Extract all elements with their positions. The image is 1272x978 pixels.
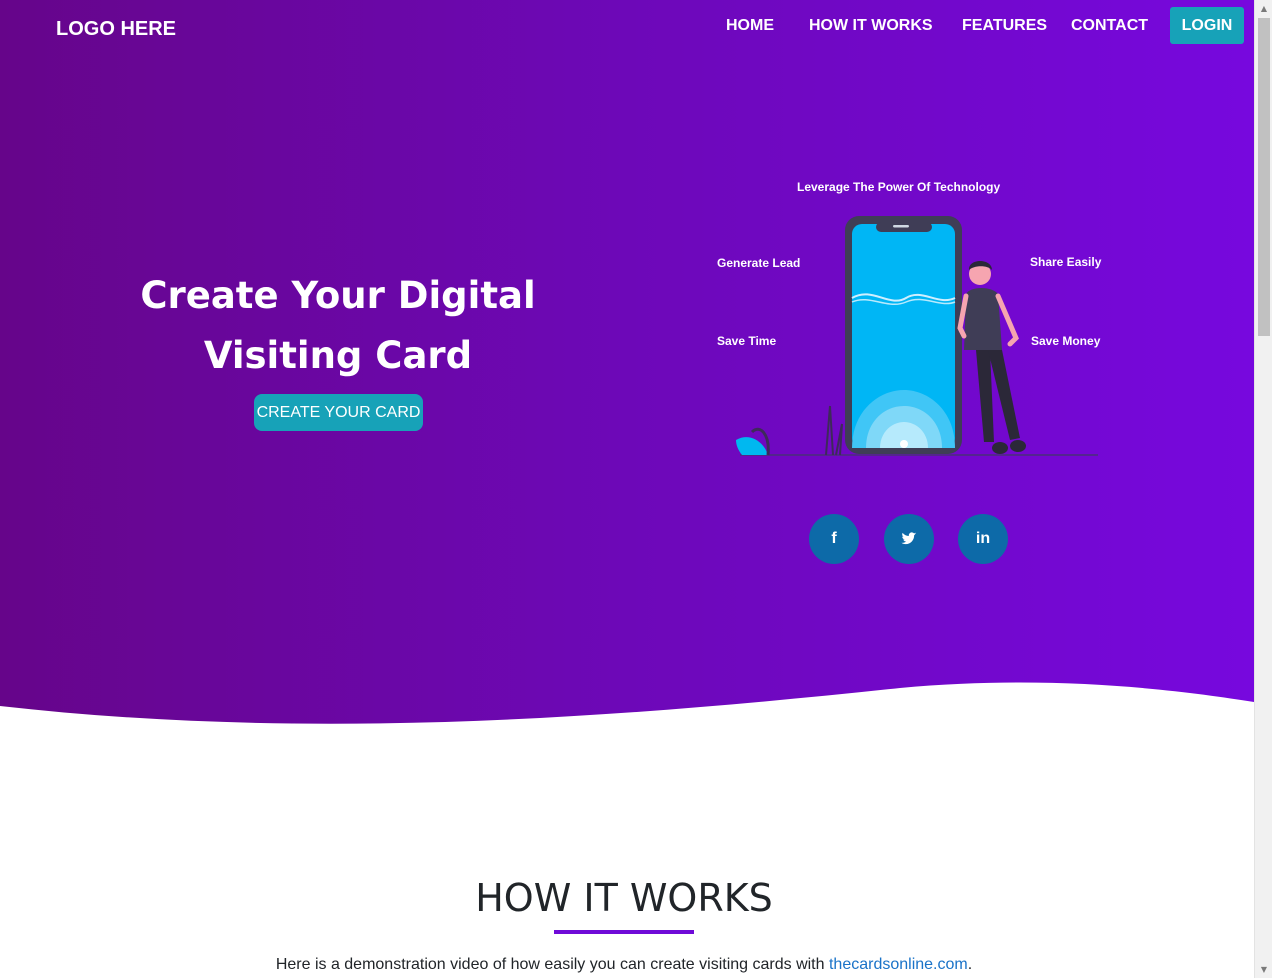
facebook-icon[interactable]: f bbox=[809, 514, 859, 564]
nav-home[interactable]: HOME bbox=[726, 17, 774, 35]
create-card-button[interactable]: CREATE YOUR CARD bbox=[254, 394, 423, 431]
twitter-icon[interactable] bbox=[884, 514, 934, 564]
how-it-works-title: HOW IT WORKS bbox=[475, 876, 773, 920]
site-logo[interactable]: LOGO HERE bbox=[56, 18, 176, 41]
description-end: . bbox=[967, 956, 973, 973]
description-text: Here is a demonstration video of how eas… bbox=[275, 956, 829, 973]
leaf-shape bbox=[736, 437, 768, 455]
how-it-works-description: Here is a demonstration video of how eas… bbox=[0, 956, 1248, 974]
login-button[interactable]: LOGIN bbox=[1170, 7, 1244, 44]
scroll-down-icon[interactable]: ▼ bbox=[1255, 961, 1272, 978]
twitter-bird-glyph bbox=[901, 532, 917, 545]
vertical-scrollbar[interactable]: ▲ ▼ bbox=[1254, 0, 1272, 978]
nav-contact[interactable]: CONTACT bbox=[1071, 17, 1148, 35]
top-nav: LOGO HERE HOME HOW IT WORKS FEATURES CON… bbox=[0, 0, 1254, 60]
scroll-up-icon[interactable]: ▲ bbox=[1255, 0, 1272, 17]
person-figure bbox=[957, 261, 1026, 454]
title-underline bbox=[554, 930, 694, 934]
site-link[interactable]: thecardsonline.com bbox=[829, 956, 968, 973]
scroll-thumb[interactable] bbox=[1258, 18, 1270, 336]
hero-title: Create Your Digital Visiting Card bbox=[140, 274, 536, 377]
phone-illustration bbox=[736, 216, 1098, 456]
nav-features[interactable]: FEATURES bbox=[962, 17, 1047, 35]
page: LOGO HERE HOME HOW IT WORKS FEATURES CON… bbox=[0, 0, 1254, 978]
illustration-top-label: Leverage The Power Of Technology bbox=[797, 180, 1001, 194]
hero-wave bbox=[0, 682, 1254, 750]
nav-how-it-works[interactable]: HOW IT WORKS bbox=[809, 17, 933, 35]
linkedin-icon[interactable]: in bbox=[958, 514, 1008, 564]
